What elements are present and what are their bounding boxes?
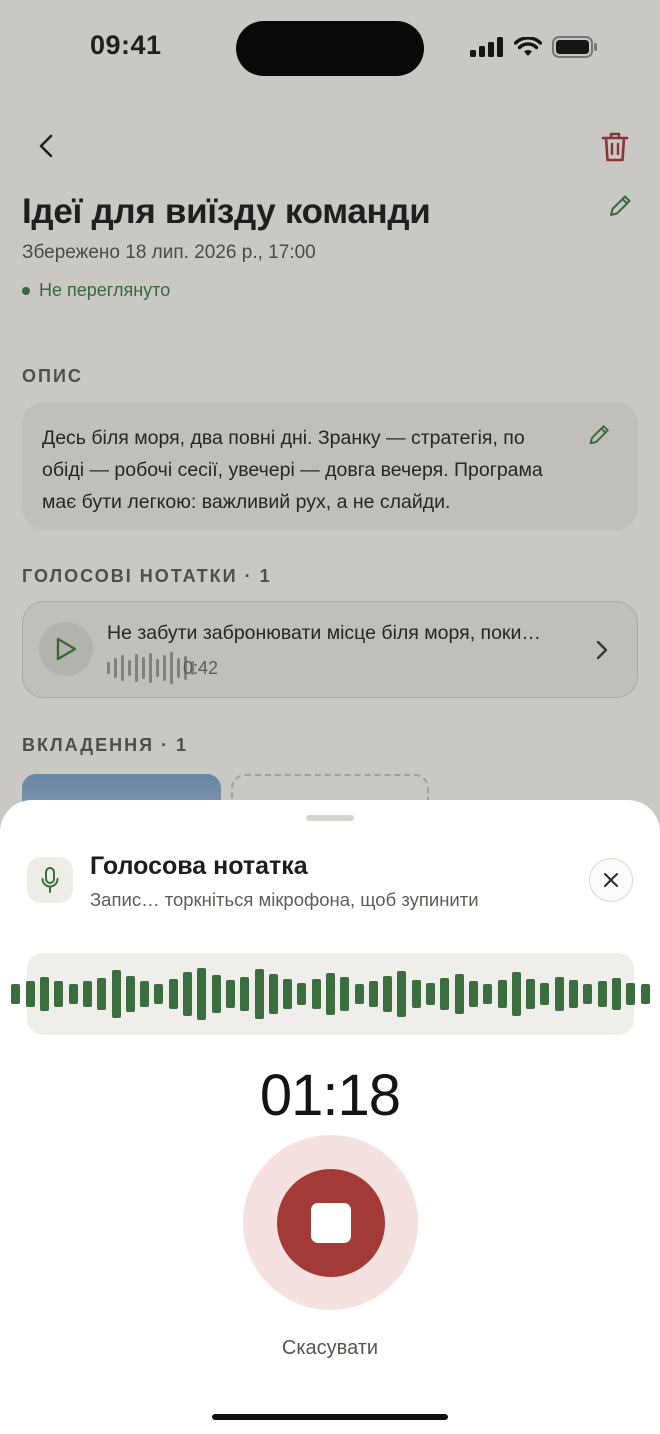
waveform-bar — [25, 981, 35, 1007]
waveform-bar — [640, 984, 650, 1004]
waveform-bar — [326, 973, 335, 1015]
recording-waveform — [11, 953, 650, 1035]
waveform-bar — [497, 980, 507, 1008]
waveform-bar — [554, 977, 564, 1011]
waveform-bar — [197, 968, 207, 1020]
waveform-bar — [68, 984, 78, 1004]
waveform-bar — [54, 981, 64, 1007]
waveform-bar — [397, 971, 407, 1017]
waveform-bar — [511, 972, 521, 1016]
waveform-bar — [383, 976, 393, 1012]
waveform-bar — [597, 981, 607, 1007]
waveform-bar — [125, 976, 135, 1012]
waveform-bar — [140, 981, 150, 1007]
waveform-bar — [354, 984, 364, 1004]
waveform-bar — [440, 978, 450, 1010]
waveform-bar — [82, 981, 92, 1007]
waveform-bar — [411, 980, 421, 1008]
waveform-bar — [225, 980, 235, 1008]
waveform-bar — [311, 979, 321, 1009]
waveform-bar — [340, 977, 350, 1011]
waveform-bar — [168, 979, 178, 1009]
waveform-bar — [483, 984, 493, 1004]
stop-button-halo — [243, 1135, 418, 1310]
waveform-bar — [40, 977, 50, 1011]
waveform-bar — [297, 983, 307, 1005]
cancel-button[interactable]: Скасувати — [0, 1337, 660, 1360]
waveform-bar — [569, 980, 579, 1008]
waveform-bar — [540, 983, 550, 1005]
waveform-bar — [240, 977, 250, 1011]
home-indicator — [212, 1414, 448, 1420]
waveform-bar — [111, 970, 121, 1018]
microphone-icon — [41, 867, 59, 893]
waveform-bar — [526, 979, 536, 1009]
mic-badge — [27, 857, 73, 903]
waveform-bar — [11, 984, 21, 1004]
close-icon — [604, 873, 618, 887]
waveform-bar — [97, 978, 107, 1010]
close-button[interactable] — [589, 858, 633, 902]
waveform-bar — [611, 978, 621, 1010]
voice-recorder-sheet: Голосова нотатка Запис… торкніться мікро… — [0, 800, 660, 1434]
waveform-bar — [626, 983, 636, 1005]
stop-recording-button[interactable] — [276, 1168, 385, 1277]
sheet-title: Голосова нотатка — [90, 852, 308, 880]
waveform-bar — [254, 969, 264, 1019]
waveform-bar — [468, 981, 478, 1007]
waveform-bar — [583, 984, 593, 1004]
waveform-bar — [211, 975, 221, 1013]
waveform-bar — [183, 972, 193, 1016]
sheet-subtitle: Запис… торкніться мікрофона, щоб зупинит… — [90, 889, 479, 910]
waveform-bars — [11, 968, 650, 1020]
waveform-bar — [283, 979, 293, 1009]
sheet-grabber[interactable] — [306, 815, 354, 821]
stop-icon — [310, 1202, 351, 1243]
waveform-bar — [368, 981, 378, 1007]
waveform-bar — [154, 984, 164, 1004]
recording-timer: 01:18 — [259, 1063, 401, 1128]
waveform-bar — [426, 983, 436, 1005]
waveform-bar — [454, 974, 464, 1014]
waveform-bar — [268, 974, 278, 1014]
